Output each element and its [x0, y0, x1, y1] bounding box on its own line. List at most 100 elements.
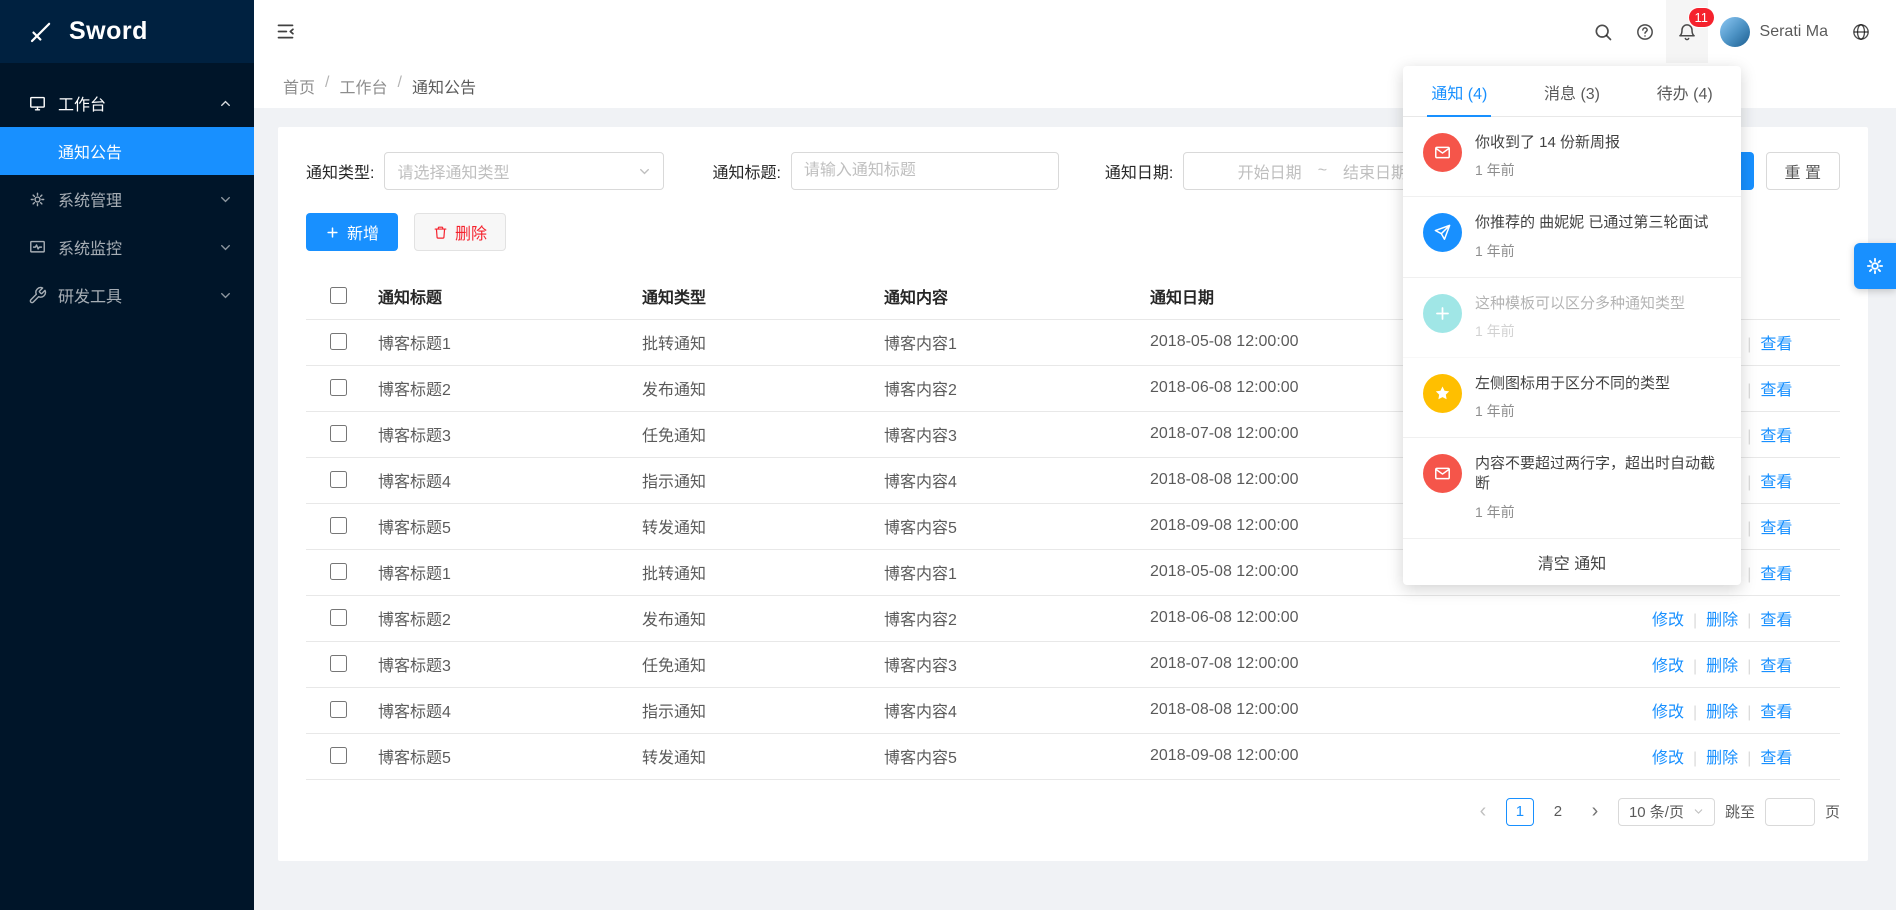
add-button[interactable]: 新增	[306, 213, 398, 251]
cell-title: 博客标题1	[370, 549, 634, 595]
view-link[interactable]: 查看	[1760, 566, 1792, 583]
breadcrumb-separator: /	[397, 74, 401, 98]
avatar	[1720, 17, 1750, 47]
action-divider: |	[1747, 658, 1751, 675]
row-checkbox[interactable]	[330, 563, 347, 580]
top-bar-actions: 11 Serati Ma	[1582, 0, 1896, 63]
sidebar-item-workbench[interactable]: 工作台	[0, 79, 254, 127]
tab-messages[interactable]: 消息 (3)	[1516, 66, 1629, 116]
sidebar-item-system-monitor[interactable]: 系统监控	[0, 223, 254, 271]
top-bar: 11 Serati Ma	[254, 0, 1896, 63]
action-divider: |	[1747, 612, 1751, 629]
breadcrumb: 首页 / 工作台 / 通知公告	[283, 74, 476, 98]
chevron-down-icon	[638, 165, 651, 178]
sidebar: Sword 工作台 通知公告 系统管理 系统监控	[0, 0, 254, 910]
menu-fold-button[interactable]	[254, 0, 317, 63]
row-checkbox[interactable]	[330, 701, 347, 718]
view-link[interactable]: 查看	[1760, 658, 1792, 675]
language-button[interactable]	[1840, 0, 1882, 63]
notification-item[interactable]: 左侧图标用于区分不同的类型 1 年前	[1403, 358, 1741, 438]
row-checkbox[interactable]	[330, 517, 347, 534]
view-link[interactable]: 查看	[1760, 612, 1792, 629]
table-row: 博客标题5 转发通知 博客内容5 2018-09-08 12:00:00 修改|…	[306, 733, 1840, 779]
notifications-button[interactable]: 11	[1666, 0, 1708, 63]
notification-time: 1 年前	[1475, 321, 1685, 341]
action-divider: |	[1747, 520, 1751, 537]
breadcrumb-separator: /	[325, 74, 329, 98]
cell-title: 博客标题2	[370, 595, 634, 641]
page-size-select[interactable]: 10 条/页	[1618, 798, 1715, 826]
sidebar-item-system-mgmt[interactable]: 系统管理	[0, 175, 254, 223]
row-checkbox[interactable]	[330, 655, 347, 672]
account-menu[interactable]: Serati Ma	[1708, 0, 1840, 63]
type-filter-label: 通知类型:	[306, 159, 374, 183]
table-row: 博客标题2 发布通知 博客内容2 2018-06-08 12:00:00 修改|…	[306, 595, 1840, 641]
view-link[interactable]: 查看	[1760, 428, 1792, 445]
action-divider: |	[1693, 612, 1697, 629]
cell-type: 转发通知	[634, 503, 876, 549]
edit-link[interactable]: 修改	[1652, 704, 1684, 721]
cell-type: 指示通知	[634, 457, 876, 503]
view-link[interactable]: 查看	[1760, 336, 1792, 353]
sidebar-item-notice[interactable]: 通知公告	[0, 127, 254, 175]
notification-item[interactable]: 你收到了 14 份新周报 1 年前	[1403, 117, 1741, 197]
search-button[interactable]	[1582, 0, 1624, 63]
edit-link[interactable]: 修改	[1652, 658, 1684, 675]
page-button-1[interactable]: 1	[1506, 798, 1534, 826]
type-filter-placeholder: 请选择通知类型	[397, 159, 509, 183]
action-divider: |	[1747, 336, 1751, 353]
type-filter-select[interactable]: 请选择通知类型	[384, 152, 664, 190]
theme-settings-button[interactable]	[1854, 243, 1896, 289]
cell-title: 博客标题1	[370, 319, 634, 365]
edit-link[interactable]: 修改	[1652, 750, 1684, 767]
view-link[interactable]: 查看	[1760, 520, 1792, 537]
column-header-type: 通知类型	[634, 273, 876, 319]
action-divider: |	[1747, 704, 1751, 721]
next-page-icon[interactable]: ›	[1582, 798, 1608, 826]
action-divider: |	[1747, 566, 1751, 583]
row-checkbox[interactable]	[330, 609, 347, 626]
delete-link[interactable]: 删除	[1706, 750, 1738, 767]
delete-button[interactable]: 删除	[414, 213, 506, 251]
row-checkbox[interactable]	[330, 379, 347, 396]
reset-button[interactable]: 重 置	[1766, 152, 1840, 190]
view-link[interactable]: 查看	[1760, 474, 1792, 491]
date-filter-label: 通知日期:	[1105, 159, 1173, 183]
row-checkbox[interactable]	[330, 333, 347, 350]
notification-item[interactable]: 内容不要超过两行字，超出时自动截断 1 年前	[1403, 438, 1741, 539]
send-icon	[1423, 213, 1462, 252]
view-link[interactable]: 查看	[1760, 750, 1792, 767]
select-all-checkbox[interactable]	[330, 287, 347, 304]
question-circle-icon	[1635, 22, 1655, 42]
help-button[interactable]	[1624, 0, 1666, 63]
row-checkbox[interactable]	[330, 471, 347, 488]
chevron-down-icon	[1693, 806, 1704, 817]
breadcrumb-home[interactable]: 首页	[283, 74, 315, 98]
tab-todos[interactable]: 待办 (4)	[1628, 66, 1741, 116]
view-link[interactable]: 查看	[1760, 382, 1792, 399]
delete-link[interactable]: 删除	[1706, 658, 1738, 675]
star-icon	[1423, 374, 1462, 413]
sidebar-item-dev-tools[interactable]: 研发工具	[0, 271, 254, 319]
pagination: ‹ 1 2 › 10 条/页 跳至 页	[306, 798, 1840, 826]
tab-notifications[interactable]: 通知 (4)	[1403, 66, 1516, 116]
app-logo[interactable]: Sword	[0, 0, 254, 63]
clear-notifications-button[interactable]: 清空 通知	[1403, 539, 1741, 585]
view-link[interactable]: 查看	[1760, 704, 1792, 721]
delete-link[interactable]: 删除	[1706, 704, 1738, 721]
notification-title: 你推荐的 曲妮妮 已通过第三轮面试	[1475, 213, 1708, 233]
edit-link[interactable]: 修改	[1652, 612, 1684, 629]
jump-page-input[interactable]	[1765, 798, 1815, 826]
page-button-2[interactable]: 2	[1544, 798, 1572, 826]
prev-page-icon[interactable]: ‹	[1470, 798, 1496, 826]
notification-item[interactable]: 你推荐的 曲妮妮 已通过第三轮面试 1 年前	[1403, 197, 1741, 277]
delete-link[interactable]: 删除	[1706, 612, 1738, 629]
breadcrumb-workbench[interactable]: 工作台	[339, 74, 387, 98]
row-checkbox[interactable]	[330, 747, 347, 764]
row-checkbox[interactable]	[330, 425, 347, 442]
notification-tabs: 通知 (4) 消息 (3) 待办 (4)	[1403, 66, 1741, 117]
notification-item[interactable]: 这种模板可以区分多种通知类型 1 年前	[1403, 278, 1741, 358]
cell-content: 博客内容4	[876, 457, 1142, 503]
title-filter-input[interactable]	[791, 152, 1059, 190]
page-suffix-label: 页	[1825, 801, 1840, 822]
